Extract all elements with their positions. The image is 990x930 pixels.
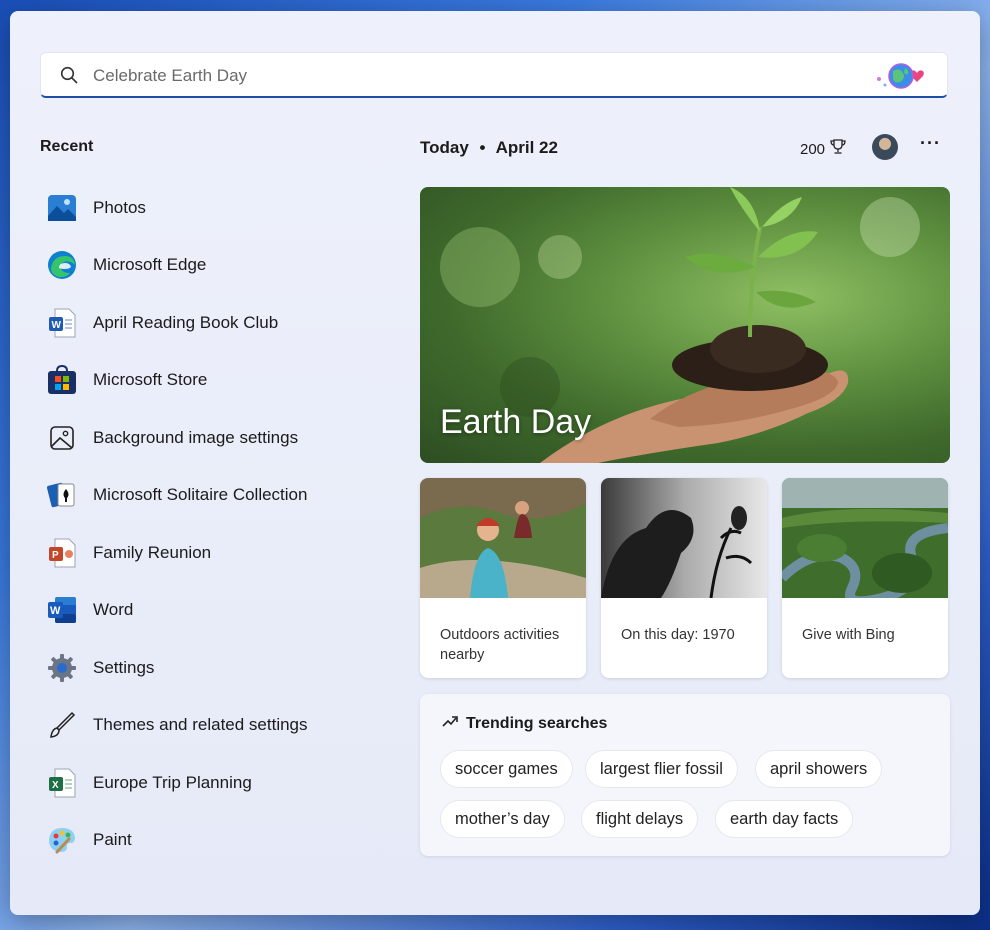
recent-item-label: Word (93, 600, 134, 620)
trending-chip[interactable]: largest flier fossil (586, 751, 737, 787)
word-doc-icon: W (46, 307, 78, 339)
recent-item-edge[interactable]: Microsoft Edge (40, 237, 400, 295)
svg-text:P: P (52, 550, 59, 561)
solitaire-icon (46, 479, 78, 511)
start-panel: Recent Photos Microsoft Edge W April Rea… (10, 11, 980, 915)
svg-text:X: X (52, 780, 59, 791)
recent-item-label: Photos (93, 197, 146, 217)
recent-item-themes[interactable]: Themes and related settings (40, 697, 400, 755)
brush-icon (46, 709, 78, 741)
recent-item-label: Themes and related settings (93, 715, 308, 735)
today-date: April 22 (495, 138, 558, 157)
points-value: 200 (800, 140, 826, 158)
photos-icon (46, 192, 78, 224)
trending-arrow-icon (442, 714, 458, 733)
recent-item-label: Paint (93, 830, 132, 850)
edge-icon (46, 249, 78, 281)
recent-item-label: Microsoft Edge (93, 255, 207, 275)
trending-searches-panel: Trending searches soccer games largest f… (420, 694, 950, 856)
search-box[interactable] (40, 52, 948, 98)
recent-item-label: Microsoft Store (93, 370, 208, 390)
more-options-icon[interactable]: ··· (920, 133, 941, 154)
bing-earth-icon[interactable] (869, 59, 933, 98)
svg-text:W: W (52, 320, 62, 331)
svg-text:W: W (50, 605, 61, 617)
recent-item-label: April Reading Book Club (93, 312, 279, 332)
today-separator: • (479, 138, 486, 157)
trending-header: Trending searches (442, 714, 607, 733)
recent-item-europe-trip[interactable]: X Europe Trip Planning (40, 754, 400, 812)
card-on-this-day[interactable]: On this day: 1970 (601, 478, 767, 678)
recent-list: Photos Microsoft Edge W April Reading Bo… (40, 179, 400, 869)
store-icon (46, 364, 78, 396)
earth-day-hero-card[interactable]: Earth Day (420, 187, 950, 463)
image-settings-icon (46, 422, 78, 454)
recent-item-label: Microsoft Solitaire Collection (93, 485, 308, 505)
rewards-points[interactable]: 200 (800, 138, 847, 160)
card-label: Outdoors activities nearby (440, 627, 560, 663)
trending-title: Trending searches (466, 714, 608, 732)
card-outdoors[interactable]: Outdoors activities nearby (420, 478, 586, 678)
historical-photo-image (601, 478, 767, 599)
search-input[interactable] (91, 61, 855, 91)
recent-item-photos[interactable]: Photos (40, 179, 400, 237)
card-give-with-bing[interactable]: Give with Bing (782, 478, 948, 678)
recent-item-store[interactable]: Microsoft Store (40, 352, 400, 410)
card-label: Give with Bing (802, 627, 895, 643)
river-aerial-image (782, 478, 948, 607)
recent-item-background-settings[interactable]: Background image settings (40, 409, 400, 467)
today-label: Today (420, 138, 469, 157)
trending-chip[interactable]: april showers (756, 751, 882, 787)
recent-item-paint[interactable]: Paint (40, 812, 400, 870)
avatar[interactable] (872, 134, 898, 160)
recent-item-family-reunion[interactable]: P Family Reunion (40, 524, 400, 582)
recent-item-label: Family Reunion (93, 542, 212, 562)
trending-chip[interactable]: earth day facts (716, 801, 853, 837)
excel-icon: X (46, 767, 78, 799)
recent-item-label: Europe Trip Planning (93, 772, 252, 792)
recent-item-label: Settings (93, 657, 155, 677)
recent-item-label: Background image settings (93, 427, 299, 447)
hikers-image (420, 478, 586, 598)
today-header: Today • April 22 (420, 138, 558, 158)
trophy-icon (829, 138, 847, 160)
trending-chip[interactable]: mother’s day (441, 801, 564, 837)
paint-icon (46, 824, 78, 856)
recent-heading: Recent (40, 138, 94, 155)
card-label: On this day: 1970 (621, 627, 735, 643)
hero-title: Earth Day (440, 403, 592, 441)
search-icon (60, 66, 78, 89)
trending-chip[interactable]: flight delays (582, 801, 698, 837)
gear-icon (46, 652, 78, 684)
recent-item-book-club[interactable]: W April Reading Book Club (40, 294, 400, 352)
powerpoint-icon: P (46, 537, 78, 569)
recent-item-solitaire[interactable]: Microsoft Solitaire Collection (40, 467, 400, 525)
trending-chip[interactable]: soccer games (441, 751, 572, 787)
word-icon: W (46, 594, 78, 626)
recent-item-word[interactable]: W Word (40, 582, 400, 640)
recent-item-settings[interactable]: Settings (40, 639, 400, 697)
